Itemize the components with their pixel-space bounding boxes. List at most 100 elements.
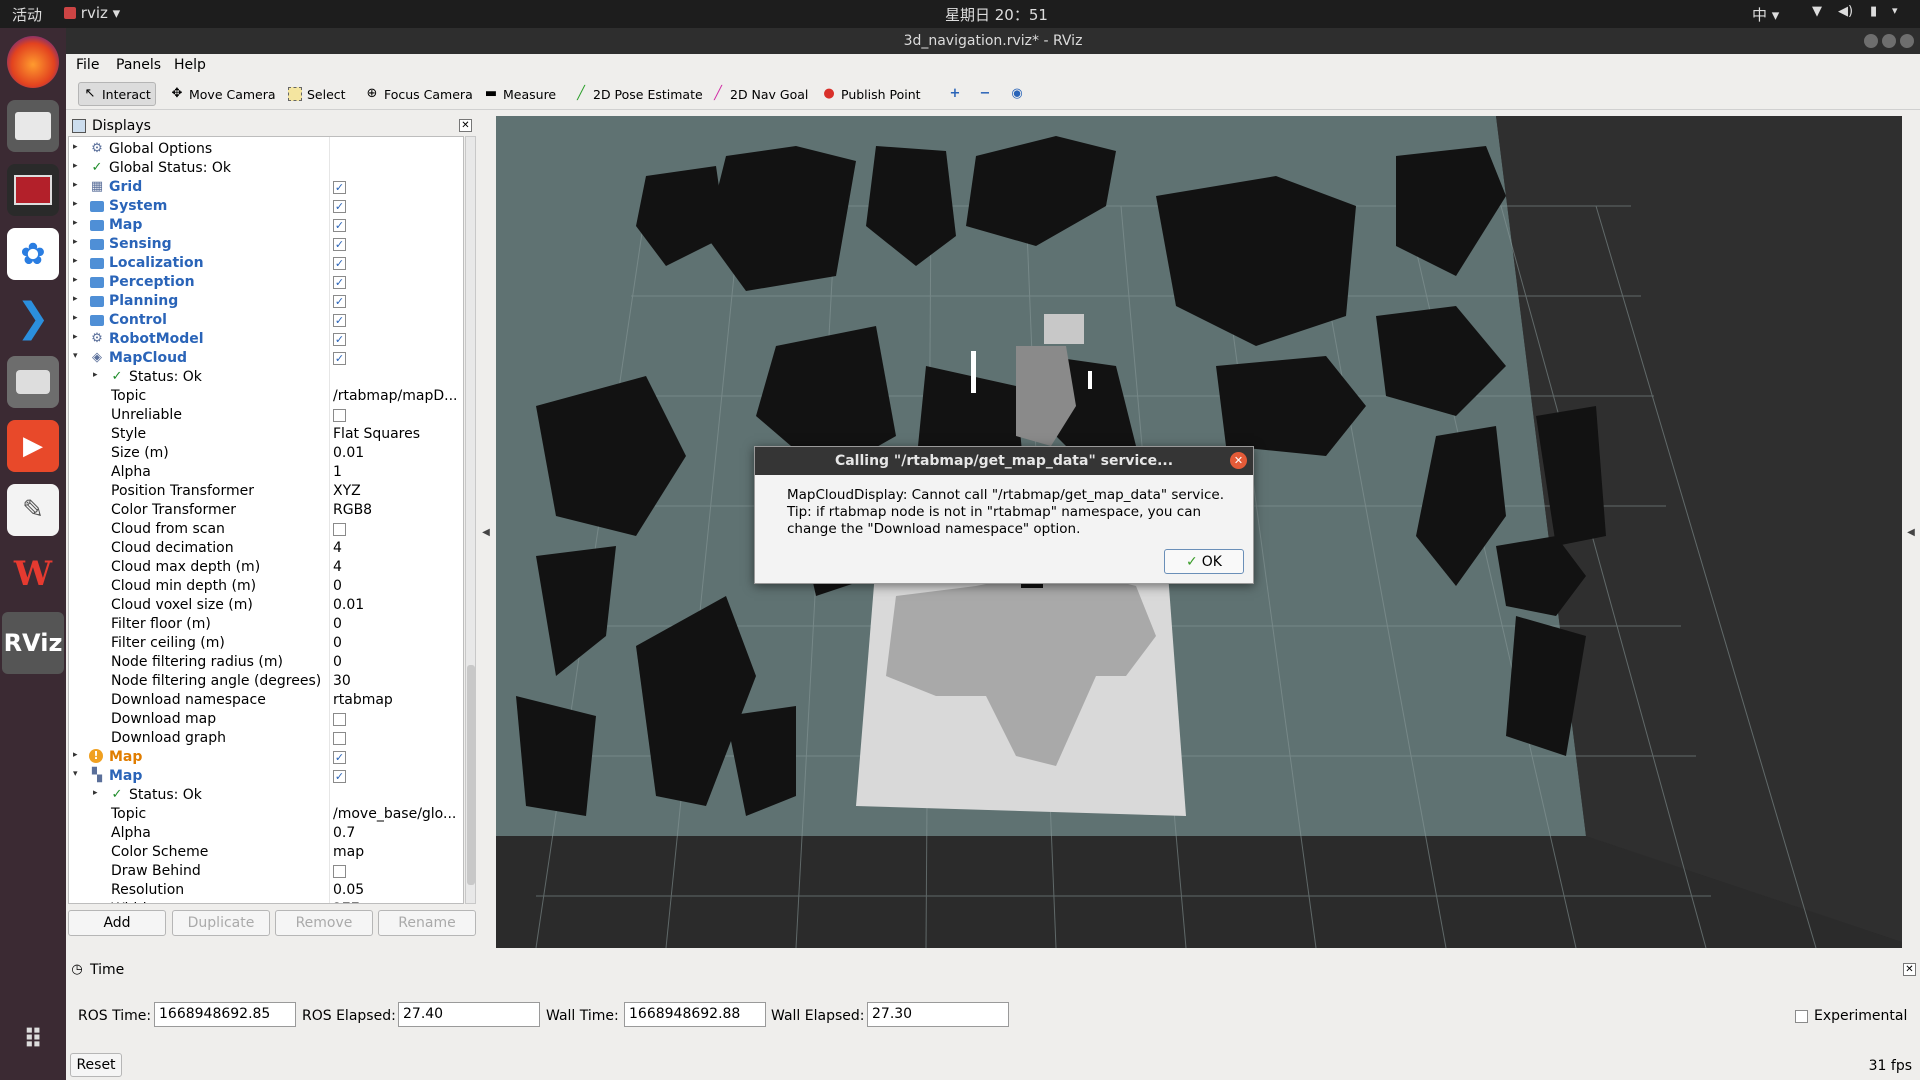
experimental-checkbox[interactable] xyxy=(1795,1010,1808,1023)
enable-checkbox[interactable]: ✓ xyxy=(333,314,346,327)
enable-checkbox[interactable] xyxy=(333,713,346,726)
enable-checkbox[interactable] xyxy=(333,732,346,745)
display-row[interactable]: Cloud decimation 4 xyxy=(69,539,463,558)
show-apps-grid-icon[interactable]: ⠿ xyxy=(7,1014,59,1066)
display-row[interactable]: ▸ Planning ✓ xyxy=(69,292,463,311)
property-value[interactable]: 0.05 xyxy=(333,881,461,900)
reset-button[interactable]: Reset xyxy=(70,1053,122,1077)
network-icon[interactable]: ▼ xyxy=(1812,4,1822,19)
property-value[interactable]: 30 xyxy=(333,672,461,691)
close-icon[interactable]: ✕ xyxy=(1903,963,1916,976)
chevron-right-icon[interactable]: ▸ xyxy=(93,370,103,380)
enable-checkbox[interactable]: ✓ xyxy=(333,219,346,232)
terminal-icon[interactable] xyxy=(7,164,59,216)
display-row[interactable]: ▸ ✓ Global Status: Ok xyxy=(69,159,463,178)
display-row[interactable]: ▸! Map ✓ xyxy=(69,748,463,767)
system-menu-chevron-down-icon[interactable]: ▾ xyxy=(1892,4,1898,17)
display-row[interactable]: ▾ ◈ MapCloud ✓ xyxy=(69,349,463,368)
display-row[interactable]: Node filtering angle (degrees) 30 xyxy=(69,672,463,691)
wps-office-icon[interactable]: W xyxy=(7,548,59,600)
text-editor-icon[interactable]: ✎ xyxy=(7,484,59,536)
chevron-right-icon[interactable]: ▸ xyxy=(93,788,103,798)
tool-2d-nav-goal[interactable]: ╱ 2D Nav Goal xyxy=(707,82,812,106)
enable-checkbox[interactable]: ✓ xyxy=(333,751,346,764)
display-row[interactable]: ▸ ▦ Grid ✓ xyxy=(69,178,463,197)
property-value[interactable]: 0.01 xyxy=(333,444,461,463)
property-value[interactable]: 0 xyxy=(333,653,461,672)
display-row[interactable]: ▸ Control ✓ xyxy=(69,311,463,330)
display-row[interactable]: ▸ ✓ Status: Ok xyxy=(69,368,463,387)
display-row[interactable]: Color Scheme map xyxy=(69,843,463,862)
scrollbar-thumb[interactable] xyxy=(467,665,475,885)
baidu-netdisk-icon[interactable]: ✿ xyxy=(7,228,59,280)
ok-button[interactable]: ✓ OK xyxy=(1164,549,1244,574)
property-value[interactable]: /move_base/glo... xyxy=(333,805,461,824)
clock[interactable]: 星期日 20：51 xyxy=(945,4,1048,25)
display-row[interactable]: Color Transformer RGB8 xyxy=(69,501,463,520)
dialog-close-icon[interactable]: ✕ xyxy=(1230,452,1247,469)
tool-select[interactable]: Select xyxy=(284,82,350,106)
enable-checkbox[interactable]: ✓ xyxy=(333,238,346,251)
minimize-button[interactable] xyxy=(1864,34,1878,48)
property-value[interactable]: /rtabmap/mapD... xyxy=(333,387,461,406)
display-row[interactable]: ▸ Localization ✓ xyxy=(69,254,463,273)
collapse-left-handle[interactable]: ◀ xyxy=(476,116,496,948)
display-row[interactable]: Position Transformer XYZ xyxy=(69,482,463,501)
property-value[interactable]: 1 xyxy=(333,463,461,482)
menu-panels[interactable]: Panels xyxy=(116,57,161,73)
display-row[interactable]: Node filtering radius (m) 0 xyxy=(69,653,463,672)
tree-scrollbar[interactable] xyxy=(465,136,476,904)
tool-move-camera[interactable]: ✥ Move Camera xyxy=(166,82,280,106)
chevron-down-icon[interactable]: ▾ xyxy=(73,351,83,361)
display-row[interactable]: ▸ Perception ✓ xyxy=(69,273,463,292)
chevron-right-icon[interactable]: ▸ xyxy=(73,750,83,760)
app-menu[interactable]: rviz ▾ xyxy=(64,4,120,22)
remove-tool-button[interactable]: − xyxy=(974,82,996,106)
chevron-right-icon[interactable]: ▸ xyxy=(73,256,83,266)
chevron-right-icon[interactable]: ▸ xyxy=(73,142,83,152)
chevron-right-icon[interactable]: ▸ xyxy=(73,218,83,228)
property-value[interactable]: rtabmap xyxy=(333,691,461,710)
maximize-button[interactable] xyxy=(1882,34,1896,48)
media-player-icon[interactable]: ▶ xyxy=(7,420,59,472)
add-button[interactable]: Add xyxy=(68,910,166,936)
enable-checkbox[interactable]: ✓ xyxy=(333,276,346,289)
property-value[interactable]: 0 xyxy=(333,577,461,596)
tool-2d-pose-estimate[interactable]: ╱ 2D Pose Estimate xyxy=(570,82,707,106)
enable-checkbox[interactable]: ✓ xyxy=(333,295,346,308)
add-tool-button[interactable]: + xyxy=(944,82,966,106)
enable-checkbox[interactable] xyxy=(333,523,346,536)
display-row[interactable]: ▾ ▚ Map ✓ xyxy=(69,767,463,786)
display-row[interactable]: Download graph xyxy=(69,729,463,748)
tool-properties-button[interactable]: ◉ xyxy=(1006,82,1028,106)
rename-button[interactable]: Rename xyxy=(378,910,476,936)
enable-checkbox[interactable] xyxy=(333,865,346,878)
property-value[interactable]: map xyxy=(333,843,461,862)
display-row[interactable]: Draw Behind xyxy=(69,862,463,881)
chevron-right-icon[interactable]: ▸ xyxy=(73,180,83,190)
wall-elapsed-field[interactable]: 27.30 xyxy=(867,1002,1009,1027)
enable-checkbox[interactable] xyxy=(333,409,346,422)
display-row[interactable]: ▸ Sensing ✓ xyxy=(69,235,463,254)
tool-measure[interactable]: ▬ Measure xyxy=(480,82,560,106)
tool-interact[interactable]: ↖ Interact xyxy=(78,82,156,106)
ros-time-field[interactable]: 1668948692.85 xyxy=(154,1002,296,1027)
display-row[interactable]: ▸ ⚙ RobotModel ✓ xyxy=(69,330,463,349)
enable-checkbox[interactable]: ✓ xyxy=(333,200,346,213)
display-row[interactable]: ▸ ✓ Status: Ok xyxy=(69,786,463,805)
enable-checkbox[interactable]: ✓ xyxy=(333,181,346,194)
chevron-down-icon[interactable]: ▾ xyxy=(73,769,83,779)
collapse-right-handle[interactable]: ◀ xyxy=(1902,116,1920,948)
display-row[interactable]: Cloud max depth (m) 4 xyxy=(69,558,463,577)
property-value[interactable]: XYZ xyxy=(333,482,461,501)
files-icon[interactable] xyxy=(7,100,59,152)
property-value[interactable]: RGB8 xyxy=(333,501,461,520)
tool-publish-point[interactable]: ● Publish Point xyxy=(818,82,925,106)
enable-checkbox[interactable]: ✓ xyxy=(333,333,346,346)
display-row[interactable]: Alpha 0.7 xyxy=(69,824,463,843)
chevron-right-icon[interactable]: ▸ xyxy=(73,313,83,323)
input-method-indicator[interactable]: 中 ▾ xyxy=(1752,4,1779,25)
display-row[interactable]: ▸ Map ✓ xyxy=(69,216,463,235)
enable-checkbox[interactable]: ✓ xyxy=(333,352,346,365)
chevron-right-icon[interactable]: ▸ xyxy=(73,332,83,342)
